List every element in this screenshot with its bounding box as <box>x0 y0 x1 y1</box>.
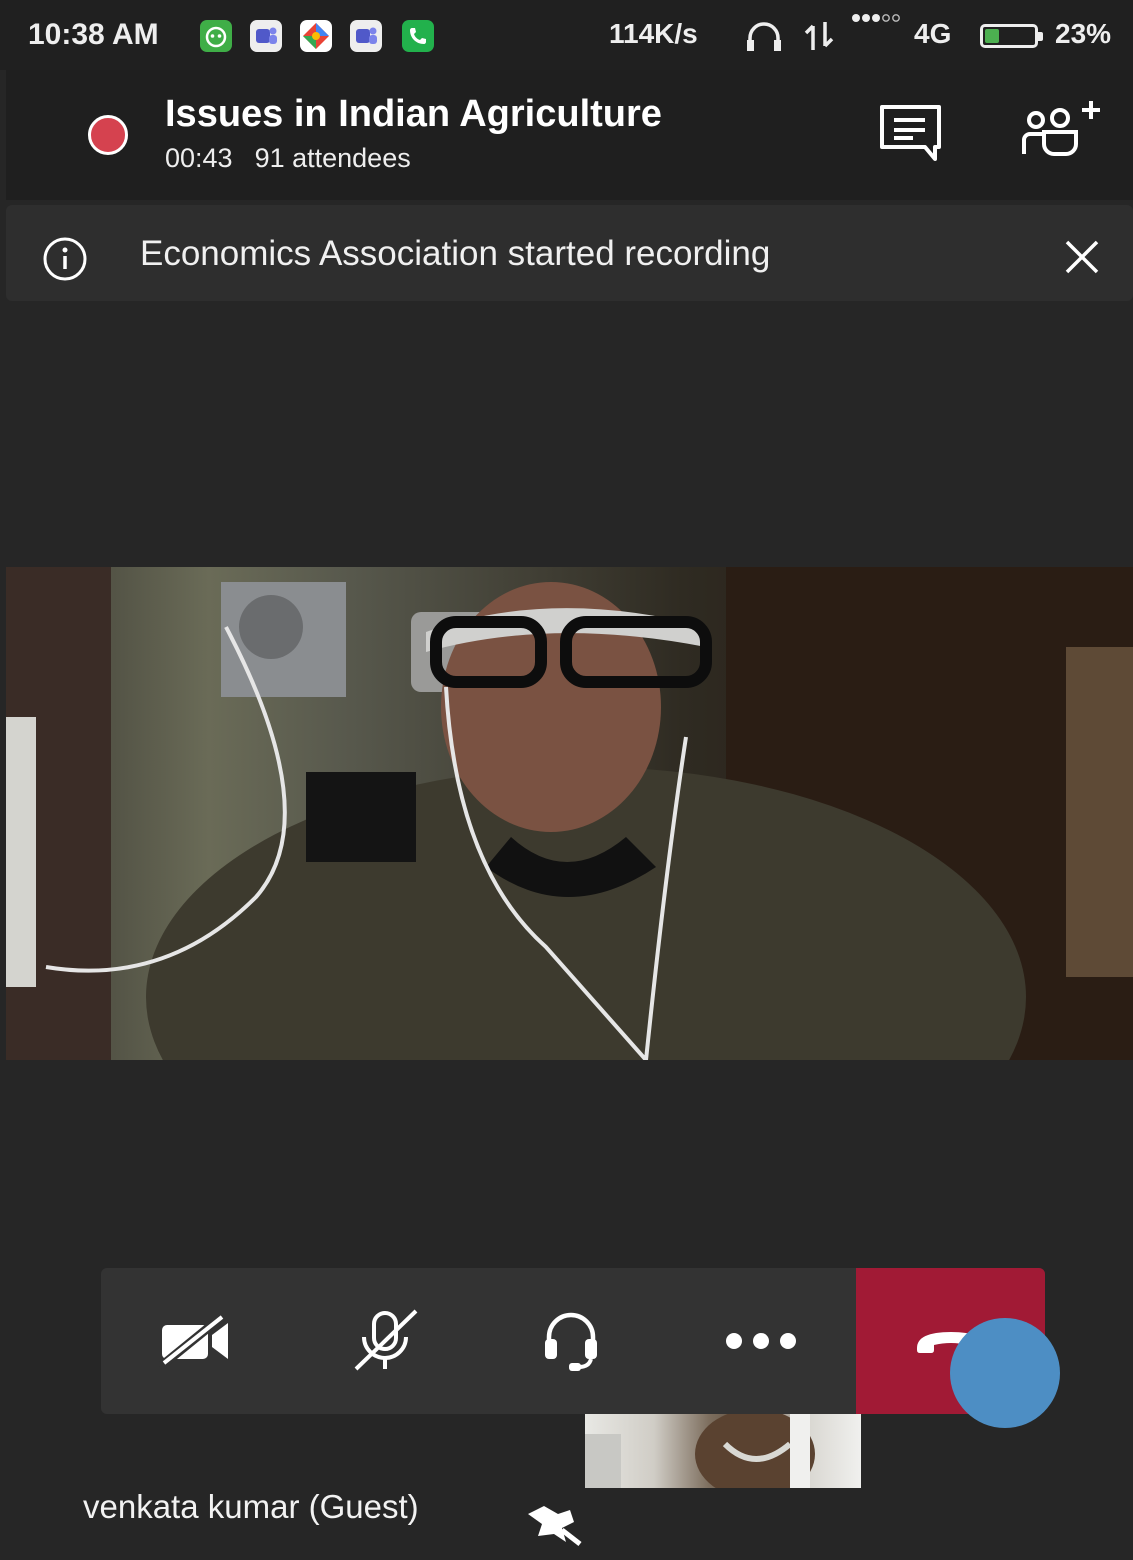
self-view-thumbnail[interactable] <box>585 1414 861 1488</box>
status-time: 10:38 AM <box>28 18 159 51</box>
status-bar: 10:38 AM 114K/s 4G 23% <box>0 0 1133 70</box>
pin-button[interactable] <box>524 1500 584 1551</box>
audio-output-button[interactable] <box>526 1268 616 1414</box>
participant-video[interactable] <box>6 567 1133 1060</box>
network-type: 4G <box>914 18 952 49</box>
phone-call-icon <box>402 20 434 52</box>
toggle-mic-button[interactable] <box>341 1268 431 1414</box>
chat-button[interactable] <box>877 103 947 168</box>
chat-icon <box>880 105 941 161</box>
recording-indicator-icon <box>88 115 128 155</box>
attendee-count: 91 attendees <box>254 143 411 173</box>
info-icon <box>42 236 88 287</box>
alien-app-icon <box>200 20 232 52</box>
participant-name: venkata kumar (Guest) <box>83 1488 419 1525</box>
headphones-icon <box>744 20 784 59</box>
teams-icon <box>250 20 282 52</box>
self-view-frame <box>585 1414 815 1488</box>
battery-icon <box>980 24 1043 48</box>
banner-message: Economics Association started recording <box>140 234 771 273</box>
camera-off-icon <box>158 1313 228 1369</box>
meeting-duration: 00:43 <box>165 143 233 173</box>
mic-off-icon <box>354 1309 418 1371</box>
signal-strength-icon <box>851 10 909 31</box>
maps-icon <box>300 20 332 52</box>
meeting-info: 00:43 91 attendees <box>165 143 433 174</box>
more-options-button[interactable] <box>716 1268 806 1414</box>
add-participants-button[interactable] <box>1020 98 1106 163</box>
add-people-icon <box>1022 101 1100 156</box>
more-icon <box>726 1333 796 1349</box>
data-transfer-icon <box>803 20 837 57</box>
pin-icon <box>528 1506 582 1546</box>
close-banner-button[interactable] <box>1062 237 1102 282</box>
call-controls <box>101 1268 1045 1414</box>
meeting-title: Issues in Indian Agriculture <box>165 93 662 135</box>
close-icon <box>1065 240 1099 274</box>
toggle-camera-button[interactable] <box>151 1268 241 1414</box>
network-speed: 114K/s <box>609 18 698 49</box>
raise-hand-button[interactable] <box>950 1318 1060 1428</box>
headset-icon <box>545 1312 597 1371</box>
video-frame <box>6 567 1133 1060</box>
battery-percent: 23% <box>1055 18 1112 49</box>
teams-icon <box>350 20 382 52</box>
